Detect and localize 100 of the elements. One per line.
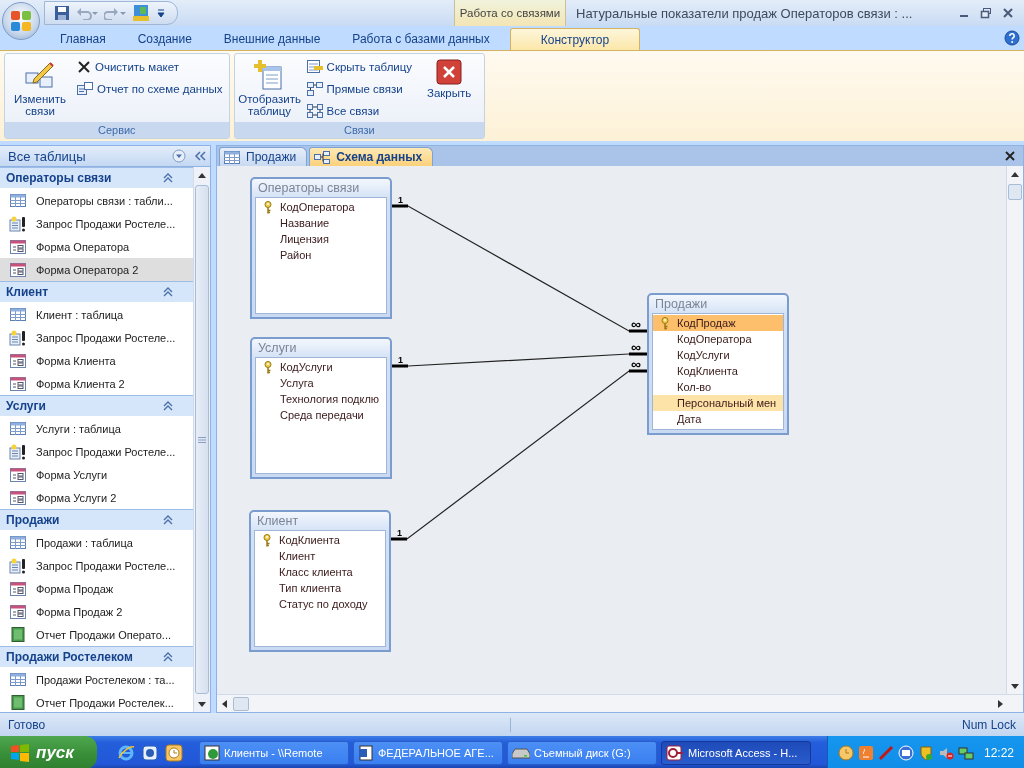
navigation-item[interactable]: Запрос Продажи Ростеле... <box>0 326 193 349</box>
close-icon[interactable] <box>1002 7 1014 19</box>
navigation-item[interactable]: Запрос Продажи Ростеле... <box>0 554 193 577</box>
ribbon-button[interactable]: Закрыть <box>418 57 481 122</box>
group-header[interactable]: Продажи Ростелеком <box>0 646 193 668</box>
taskbar-button[interactable]: Съемный диск (G:) <box>507 740 657 765</box>
ribbon-tab[interactable]: Работа с базами данных <box>336 28 506 50</box>
item-label: Форма Продаж 2 <box>36 605 123 618</box>
navigation-item[interactable]: Форма Продаж 2 <box>0 600 193 623</box>
taskbar-button[interactable]: Клиенты - \\Remote <box>199 740 349 765</box>
scroll-up-icon[interactable] <box>198 172 206 178</box>
shield-icon[interactable] <box>917 744 934 761</box>
field-row[interactable]: Кол-во <box>653 379 783 395</box>
table-window[interactable]: Услуги КодУслуги Услуга Технология подклю Среда передачи <box>250 337 392 479</box>
status-text: Готово <box>0 717 511 732</box>
group-header[interactable]: Клиент <box>0 281 193 303</box>
scroll-down-icon[interactable] <box>1011 683 1019 689</box>
field-row[interactable]: КодОператора <box>653 331 783 347</box>
navigation-item[interactable]: Форма Оператора <box>0 235 193 258</box>
group-header[interactable]: Операторы связи <box>0 167 193 189</box>
taskbar-button[interactable]: Microsoft Access - Н... <box>661 740 811 765</box>
navigation-item[interactable]: Операторы связи : табли... <box>0 189 193 212</box>
restore-icon[interactable] <box>980 7 992 19</box>
table-window[interactable]: Клиент КодКлиента Клиент Класс клиента Тип клиента Статус по доходу <box>249 510 391 652</box>
clock-app-icon[interactable] <box>837 744 854 761</box>
navigation-item[interactable]: Запрос Продажи Ростеле... <box>0 212 193 235</box>
ribbon-button[interactable]: Отобразить таблицу <box>238 57 301 122</box>
field-row[interactable]: Дата <box>653 411 783 427</box>
field-row[interactable]: Среда передачи <box>256 407 386 423</box>
navigation-item[interactable]: Форма Услуги 2 <box>0 486 193 509</box>
grip-icon[interactable] <box>198 436 206 443</box>
navigation-item[interactable]: Форма Услуги <box>0 463 193 486</box>
relationship-line[interactable] <box>390 352 649 368</box>
navigation-item[interactable]: Отчет Продажи Операто... <box>0 623 193 646</box>
group-header[interactable]: Продажи <box>0 509 193 531</box>
group-title: Продажи Ростелеком <box>6 650 134 664</box>
redo-icon[interactable] <box>103 5 127 21</box>
help-icon[interactable] <box>1004 30 1020 46</box>
scrollbar[interactable] <box>193 167 210 712</box>
scroll-down-icon[interactable] <box>198 701 206 707</box>
field-row[interactable]: КодОператора <box>256 199 386 215</box>
field-row[interactable]: КодКлиента <box>255 532 385 548</box>
navigation-item[interactable]: Клиент : таблица <box>0 303 193 326</box>
field-row[interactable]: Клиент <box>255 548 385 564</box>
field-row[interactable]: КодУслуги <box>653 347 783 363</box>
ribbon-tab[interactable]: Внешние данные <box>207 28 337 50</box>
field-row[interactable]: Класс клиента <box>255 564 385 580</box>
ribbon-button[interactable]: Все связи <box>304 101 415 121</box>
ribbon-tab[interactable]: Главная <box>44 28 122 50</box>
field-row[interactable]: Технология подклю <box>256 391 386 407</box>
start-button[interactable]: пуск <box>0 736 97 768</box>
field-row[interactable]: Название <box>256 215 386 231</box>
relationships-icon <box>306 82 323 96</box>
navigation-item[interactable]: Форма Клиента 2 <box>0 372 193 395</box>
navigation-item[interactable]: Отчет Продажи Ростелек... <box>0 691 193 712</box>
scrollbar[interactable] <box>1006 166 1023 694</box>
taskbar-button[interactable]: ФЕДЕРАЛЬНОЕ АГЕ... <box>353 740 503 765</box>
table-window[interactable]: Продажи КодПродаж КодОператора КодУслуги КодКлиента Кол-во Персональный мен Дата <box>647 293 789 435</box>
field-row[interactable]: Персональный мен <box>653 395 783 411</box>
navigation-item[interactable]: Форма Продаж <box>0 577 193 600</box>
ribbon-button[interactable]: Очистить макет <box>75 57 225 77</box>
navigation-item[interactable]: Запрос Продажи Ростеле... <box>0 440 193 463</box>
field-row[interactable]: Район <box>256 247 386 263</box>
one-label: 1 <box>398 355 403 365</box>
field-row[interactable]: Лицензия <box>256 231 386 247</box>
navigation-item[interactable]: Услуги : таблица <box>0 417 193 440</box>
save-icon[interactable] <box>53 4 71 22</box>
field-row[interactable]: Тип клиента <box>255 580 385 596</box>
ribbon-button[interactable]: Изменить связи <box>9 57 71 122</box>
navigation-item[interactable]: Продажи : таблица <box>0 531 193 554</box>
ribbon-button[interactable]: Отчет по схеме данных <box>75 79 225 99</box>
field-row[interactable]: Статус по доходу <box>255 596 385 612</box>
navigation-item[interactable]: Форма Клиента <box>0 349 193 372</box>
table-icon <box>224 150 240 164</box>
scroll-left-icon[interactable] <box>221 699 227 708</box>
scroll-right-icon[interactable] <box>997 699 1003 708</box>
pen-icon[interactable] <box>877 744 894 761</box>
document-tab[interactable]: Продажи <box>219 147 308 166</box>
scroll-thumb[interactable] <box>233 696 249 711</box>
network-icon[interactable] <box>957 744 974 761</box>
group-header[interactable]: Услуги <box>0 395 193 417</box>
field-row[interactable]: КодУслуги <box>256 359 386 375</box>
table-window[interactable]: Операторы связи КодОператора Название Лицензия Район <box>250 177 392 319</box>
navigation-item[interactable]: Продажи Ростелеком : та... <box>0 668 193 691</box>
scroll-up-icon[interactable] <box>1011 171 1019 177</box>
field-row[interactable]: КодПродаж <box>653 315 783 331</box>
browser-icon[interactable] <box>117 743 135 762</box>
scroll-thumb[interactable] <box>1008 184 1022 200</box>
ribbon-button[interactable]: Прямые связи <box>304 79 415 99</box>
ribbon-tab[interactable]: Создание <box>121 28 208 50</box>
window-icon[interactable] <box>897 744 914 761</box>
ribbon-tab[interactable]: Конструктор <box>509 28 641 50</box>
field-row[interactable]: Услуга <box>256 375 386 391</box>
ribbon-button[interactable]: Скрыть таблицу <box>304 57 415 77</box>
navigation-item[interactable]: Форма Оператора 2 <box>0 258 193 281</box>
customize-icon[interactable] <box>155 7 167 19</box>
field-row[interactable]: КодКлиента <box>653 363 783 379</box>
app-icon[interactable] <box>141 743 159 762</box>
document-tab[interactable]: Схема данных <box>309 147 434 166</box>
clock-app-icon[interactable] <box>165 743 183 762</box>
